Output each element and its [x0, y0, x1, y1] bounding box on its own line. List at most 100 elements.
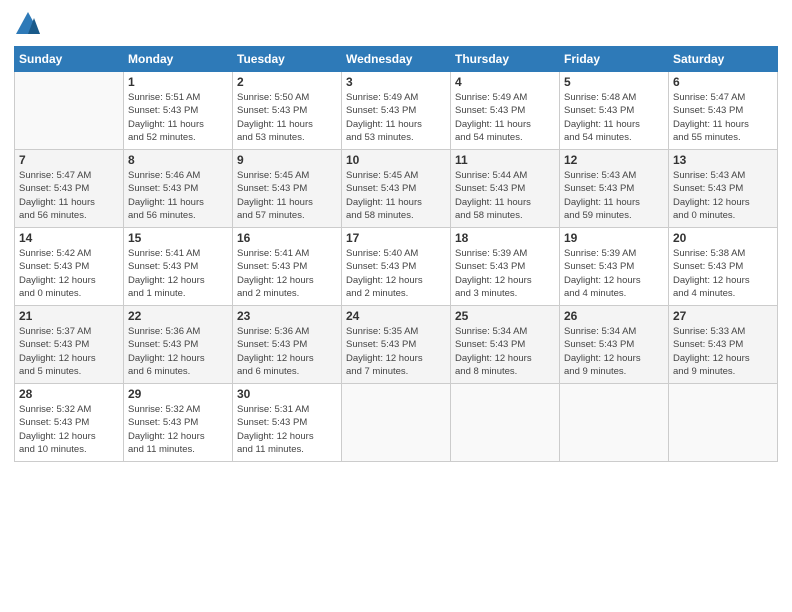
calendar-cell: [451, 384, 560, 462]
day-number: 25: [455, 309, 555, 323]
calendar-cell: 23 Sunrise: 5:36 AMSunset: 5:43 PMDayligh…: [233, 306, 342, 384]
calendar-cell: 11 Sunrise: 5:44 AMSunset: 5:43 PMDayligh…: [451, 150, 560, 228]
day-number: 9: [237, 153, 337, 167]
day-number: 11: [455, 153, 555, 167]
day-number: 30: [237, 387, 337, 401]
day-info: Sunrise: 5:51 AMSunset: 5:43 PMDaylight:…: [128, 91, 228, 144]
day-number: 14: [19, 231, 119, 245]
day-info: Sunrise: 5:50 AMSunset: 5:43 PMDaylight:…: [237, 91, 337, 144]
calendar-cell: 30 Sunrise: 5:31 AMSunset: 5:43 PMDayligh…: [233, 384, 342, 462]
day-number: 16: [237, 231, 337, 245]
day-info: Sunrise: 5:44 AMSunset: 5:43 PMDaylight:…: [455, 169, 555, 222]
day-info: Sunrise: 5:45 AMSunset: 5:43 PMDaylight:…: [346, 169, 446, 222]
day-number: 15: [128, 231, 228, 245]
day-info: Sunrise: 5:38 AMSunset: 5:43 PMDaylight:…: [673, 247, 773, 300]
day-number: 18: [455, 231, 555, 245]
day-info: Sunrise: 5:36 AMSunset: 5:43 PMDaylight:…: [237, 325, 337, 378]
day-number: 2: [237, 75, 337, 89]
calendar-cell: 21Sunrise: 5:37 AMSunset: 5:43 PMDayligh…: [15, 306, 124, 384]
day-info: Sunrise: 5:35 AMSunset: 5:43 PMDaylight:…: [346, 325, 446, 378]
calendar-cell: 15 Sunrise: 5:41 AMSunset: 5:43 PMDayligh…: [124, 228, 233, 306]
day-info: Sunrise: 5:32 AMSunset: 5:43 PMDaylight:…: [19, 403, 119, 456]
day-number: 27: [673, 309, 773, 323]
day-info: Sunrise: 5:41 AMSunset: 5:43 PMDaylight:…: [128, 247, 228, 300]
week-row-1: 1 Sunrise: 5:51 AMSunset: 5:43 PMDaylight…: [15, 72, 778, 150]
calendar-cell: [560, 384, 669, 462]
calendar-cell: 14 Sunrise: 5:42 AMSunset: 5:43 PMDayligh…: [15, 228, 124, 306]
week-row-4: 21Sunrise: 5:37 AMSunset: 5:43 PMDayligh…: [15, 306, 778, 384]
calendar-cell: 27Sunrise: 5:33 AMSunset: 5:43 PMDayligh…: [669, 306, 778, 384]
weekday-header-tuesday: Tuesday: [233, 47, 342, 72]
calendar-cell: 20 Sunrise: 5:38 AMSunset: 5:43 PMDayligh…: [669, 228, 778, 306]
calendar-cell: 3 Sunrise: 5:49 AMSunset: 5:43 PMDaylight…: [342, 72, 451, 150]
day-info: Sunrise: 5:49 AMSunset: 5:43 PMDaylight:…: [455, 91, 555, 144]
calendar-cell: 8 Sunrise: 5:46 AMSunset: 5:43 PMDaylight…: [124, 150, 233, 228]
calendar-cell: 10 Sunrise: 5:45 AMSunset: 5:43 PMDayligh…: [342, 150, 451, 228]
calendar-cell: 18 Sunrise: 5:39 AMSunset: 5:43 PMDayligh…: [451, 228, 560, 306]
calendar-cell: 2 Sunrise: 5:50 AMSunset: 5:43 PMDaylight…: [233, 72, 342, 150]
day-number: 17: [346, 231, 446, 245]
day-info: Sunrise: 5:34 AMSunset: 5:43 PMDaylight:…: [564, 325, 664, 378]
day-info: Sunrise: 5:34 AMSunset: 5:43 PMDaylight:…: [455, 325, 555, 378]
day-number: 7: [19, 153, 119, 167]
day-info: Sunrise: 5:39 AMSunset: 5:43 PMDaylight:…: [455, 247, 555, 300]
day-number: 29: [128, 387, 228, 401]
day-number: 10: [346, 153, 446, 167]
day-info: Sunrise: 5:47 AMSunset: 5:43 PMDaylight:…: [673, 91, 773, 144]
calendar-cell: 12 Sunrise: 5:43 AMSunset: 5:43 PMDayligh…: [560, 150, 669, 228]
week-row-3: 14 Sunrise: 5:42 AMSunset: 5:43 PMDayligh…: [15, 228, 778, 306]
calendar-cell: 26 Sunrise: 5:34 AMSunset: 5:43 PMDayligh…: [560, 306, 669, 384]
day-number: 26: [564, 309, 664, 323]
calendar-cell: 5 Sunrise: 5:48 AMSunset: 5:43 PMDaylight…: [560, 72, 669, 150]
weekday-header-monday: Monday: [124, 47, 233, 72]
calendar-cell: 13Sunrise: 5:43 AMSunset: 5:43 PMDayligh…: [669, 150, 778, 228]
day-info: Sunrise: 5:40 AMSunset: 5:43 PMDaylight:…: [346, 247, 446, 300]
calendar-cell: 19 Sunrise: 5:39 AMSunset: 5:43 PMDayligh…: [560, 228, 669, 306]
day-number: 28: [19, 387, 119, 401]
day-info: Sunrise: 5:49 AMSunset: 5:43 PMDaylight:…: [346, 91, 446, 144]
day-number: 8: [128, 153, 228, 167]
day-info: Sunrise: 5:48 AMSunset: 5:43 PMDaylight:…: [564, 91, 664, 144]
day-info: Sunrise: 5:36 AMSunset: 5:43 PMDaylight:…: [128, 325, 228, 378]
calendar-cell: 9 Sunrise: 5:45 AMSunset: 5:43 PMDaylight…: [233, 150, 342, 228]
day-info: Sunrise: 5:43 AMSunset: 5:43 PMDaylight:…: [564, 169, 664, 222]
logo: [14, 10, 46, 38]
header: [14, 10, 778, 38]
weekday-header-saturday: Saturday: [669, 47, 778, 72]
weekday-header-friday: Friday: [560, 47, 669, 72]
day-info: Sunrise: 5:46 AMSunset: 5:43 PMDaylight:…: [128, 169, 228, 222]
day-number: 12: [564, 153, 664, 167]
weekday-header-row: SundayMondayTuesdayWednesdayThursdayFrid…: [15, 47, 778, 72]
weekday-header-thursday: Thursday: [451, 47, 560, 72]
calendar: SundayMondayTuesdayWednesdayThursdayFrid…: [14, 46, 778, 462]
day-info: Sunrise: 5:41 AMSunset: 5:43 PMDaylight:…: [237, 247, 337, 300]
calendar-cell: 22 Sunrise: 5:36 AMSunset: 5:43 PMDayligh…: [124, 306, 233, 384]
day-info: Sunrise: 5:43 AMSunset: 5:43 PMDaylight:…: [673, 169, 773, 222]
day-number: 4: [455, 75, 555, 89]
day-info: Sunrise: 5:31 AMSunset: 5:43 PMDaylight:…: [237, 403, 337, 456]
calendar-cell: [342, 384, 451, 462]
calendar-cell: 6Sunrise: 5:47 AMSunset: 5:43 PMDaylight…: [669, 72, 778, 150]
day-info: Sunrise: 5:39 AMSunset: 5:43 PMDaylight:…: [564, 247, 664, 300]
day-number: 3: [346, 75, 446, 89]
day-number: 1: [128, 75, 228, 89]
calendar-cell: 28 Sunrise: 5:32 AMSunset: 5:43 PMDayligh…: [15, 384, 124, 462]
weekday-header-sunday: Sunday: [15, 47, 124, 72]
calendar-cell: 25 Sunrise: 5:34 AMSunset: 5:43 PMDayligh…: [451, 306, 560, 384]
day-info: Sunrise: 5:42 AMSunset: 5:43 PMDaylight:…: [19, 247, 119, 300]
day-number: 22: [128, 309, 228, 323]
weekday-header-wednesday: Wednesday: [342, 47, 451, 72]
day-number: 19: [564, 231, 664, 245]
calendar-cell: [15, 72, 124, 150]
calendar-cell: 17 Sunrise: 5:40 AMSunset: 5:43 PMDayligh…: [342, 228, 451, 306]
week-row-5: 28 Sunrise: 5:32 AMSunset: 5:43 PMDayligh…: [15, 384, 778, 462]
day-number: 23: [237, 309, 337, 323]
calendar-cell: 16 Sunrise: 5:41 AMSunset: 5:43 PMDayligh…: [233, 228, 342, 306]
logo-icon: [14, 10, 42, 38]
calendar-cell: 29Sunrise: 5:32 AMSunset: 5:43 PMDayligh…: [124, 384, 233, 462]
week-row-2: 7Sunrise: 5:47 AMSunset: 5:43 PMDaylight…: [15, 150, 778, 228]
day-info: Sunrise: 5:45 AMSunset: 5:43 PMDaylight:…: [237, 169, 337, 222]
day-info: Sunrise: 5:37 AMSunset: 5:43 PMDaylight:…: [19, 325, 119, 378]
day-number: 20: [673, 231, 773, 245]
day-number: 5: [564, 75, 664, 89]
